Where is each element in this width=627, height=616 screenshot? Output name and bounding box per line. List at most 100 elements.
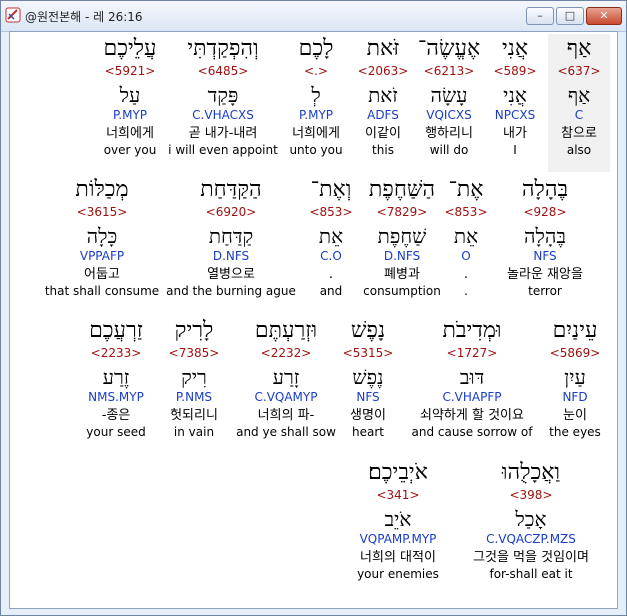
english-gloss: the eyes	[549, 425, 601, 439]
word-block[interactable]: בֶּהָלָה <928> בֶּהָלָה NFS 놀라운 재앙을 terr…	[490, 175, 600, 298]
morphology-code: D.NFS	[383, 249, 421, 263]
korean-gloss: 행하리니	[425, 126, 473, 141]
lexical-form: אֹיֵב	[384, 507, 412, 531]
english-gloss: and cause sorrow of	[411, 425, 533, 439]
english-gloss: .	[464, 284, 468, 298]
strong-number: <853>	[444, 205, 488, 219]
word-block[interactable]: אֶעֱשֶׂה־ <6213> עָשָׂה VQICXS 행하리니 will…	[413, 34, 485, 157]
korean-gloss: 곧 내가-내려	[188, 126, 258, 141]
english-gloss: and	[319, 284, 343, 298]
lexical-form: זֶרַע	[102, 365, 130, 389]
korean-gloss: 이같이	[365, 126, 401, 141]
english-gloss: your seed	[86, 425, 146, 439]
strong-number: <2233>	[90, 346, 142, 360]
word-block[interactable]: הַקַּדַּחַת <6920> קַדַּחַת D.NFS 열병으로 a…	[166, 175, 296, 298]
morphology-code: C.O	[320, 249, 342, 263]
english-gloss: terror	[528, 284, 562, 298]
word-block[interactable]: וְהִפְקַדְתִּי <6485> פָּקַד C.VHACXS 곧 …	[168, 34, 278, 157]
strong-number: <5869>	[549, 346, 601, 360]
korean-gloss: 생명이	[350, 408, 386, 423]
korean-gloss: 너희의 대적이	[360, 550, 436, 565]
hebrew-word: אֲנִי	[501, 36, 529, 61]
strong-number: <637>	[557, 64, 601, 78]
morphology-code: C.VHACXS	[192, 108, 254, 122]
morphology-code: VQICXS	[426, 108, 472, 122]
hebrew-word: הַשַּׁחֶפֶת	[368, 177, 436, 202]
strong-number: <589>	[493, 64, 537, 78]
english-gloss: in vain	[173, 425, 215, 439]
korean-gloss: 눈이	[563, 408, 587, 423]
app-window: @원전본해 - 레 26:16 – □ ✕ אַף <637> אַף C 참으…	[0, 0, 627, 616]
word-block[interactable]: וּזְרַעְתֶּם <2232> זָרַע C.VQAMYP 너희의 파…	[236, 316, 336, 439]
strong-number: <853>	[309, 205, 353, 219]
lexical-form: אֵת	[318, 224, 344, 248]
english-gloss: your enemies	[357, 567, 439, 581]
hebrew-word: לָרִיק	[174, 318, 214, 343]
hebrew-word: אַף	[566, 36, 592, 61]
korean-gloss: 참으로	[561, 126, 597, 141]
strong-number: <5315>	[342, 346, 394, 360]
lexical-form: עָשָׂה	[430, 83, 468, 107]
word-block[interactable]: זֹּאת <2063> זֹאת ADFS 이같이 this	[350, 34, 416, 157]
morphology-code: ADFS	[367, 108, 399, 122]
morphology-code: VQPAMP.MYP	[359, 532, 437, 546]
word-block[interactable]: אֶת־ <853> אֵת O . .	[442, 175, 490, 298]
interlinear-panel[interactable]: אַף <637> אַף C 참으로 also אֲנִי <589> אֲנ…	[9, 31, 618, 609]
strong-number: <2232>	[260, 346, 312, 360]
lexical-form: אָכַל	[515, 507, 547, 531]
word-block[interactable]: אֲנִי <589> אֲנִי NPCXS 내가 I	[484, 34, 546, 157]
korean-gloss: 그것을 먹을 것임이며	[473, 550, 589, 565]
hebrew-word: עֵינַיִם	[552, 318, 598, 343]
lexical-form: שַׁחֶפֶת	[377, 224, 427, 248]
minimize-icon: –	[537, 9, 543, 22]
morphology-code: NMS.MYP	[88, 390, 144, 404]
word-block[interactable]: וְאֶת־ <853> אֵת C.O . and	[300, 175, 362, 298]
maximize-icon: □	[564, 9, 576, 22]
maximize-button[interactable]: □	[556, 7, 584, 25]
hebrew-word: מְכַלּוֹת	[75, 177, 129, 202]
lexical-form: עַיִן	[564, 365, 586, 389]
hebrew-word: זַרְעֲכֶם	[89, 318, 143, 343]
korean-gloss: 어둡고	[84, 267, 120, 282]
lexical-form: אַף	[567, 83, 591, 107]
word-block[interactable]: וַאֲכָלֻהוּ <398> אָכַל C.VQACZP.MZS 그것을…	[456, 458, 606, 581]
word-block[interactable]: עֲלֵיכֶם <5921> עַל P.MYP 너희에게 over you	[90, 34, 170, 157]
title-bar[interactable]: @원전본해 - 레 26:16 – □ ✕	[1, 1, 626, 32]
word-block[interactable]: וּמְדִיבֹת <1727> דּוּב C.VHAPFP 쇠약하게 할 …	[402, 316, 542, 439]
hebrew-word: זֹּאת	[366, 36, 400, 61]
word-block[interactable]: מְכַלּוֹת <3615> כָּלָה VPPAFP 어둡고 that …	[42, 175, 162, 298]
english-gloss: and the burning ague	[166, 284, 296, 298]
english-gloss: consumption	[363, 284, 441, 298]
korean-gloss: 쇠약하게 할 것이요	[420, 408, 524, 423]
close-button[interactable]: ✕	[586, 7, 622, 25]
english-gloss: will do	[429, 143, 469, 157]
morphology-code: P.MYP	[298, 108, 334, 122]
morphology-code: P.MYP	[112, 108, 148, 122]
word-block[interactable]: זַרְעֲכֶם <2233> זֶרַע NMS.MYP -종은 your …	[76, 316, 156, 439]
word-block[interactable]: נָפֶשׁ <5315> נֶפֶשׁ NFS 생명이 heart	[336, 316, 400, 439]
word-block[interactable]: לָרִיק <7385> רִיק P.NMS 헛되리니 in vain	[158, 316, 230, 439]
lexical-form: פָּקַד	[207, 83, 239, 107]
word-block[interactable]: עֵינַיִם <5869> עַיִן NFD 눈이 the eyes	[540, 316, 610, 439]
word-block[interactable]: לָכֶם <.> לְ P.MYP 너희에게 unto you	[278, 34, 354, 157]
english-gloss: heart	[352, 425, 384, 439]
korean-gloss: 열병으로	[207, 267, 255, 282]
lexical-form: קַדַּחַת	[208, 224, 254, 248]
minimize-button[interactable]: –	[526, 7, 554, 25]
morphology-code: NPCXS	[494, 108, 536, 122]
hebrew-word: עֲלֵיכֶם	[103, 36, 157, 61]
word-block[interactable]: הַשַּׁחֶפֶת <7829> שַׁחֶפֶת D.NFS 폐병과 co…	[360, 175, 444, 298]
hebrew-word: וְהִפְקַדְתִּי	[187, 36, 259, 61]
hebrew-word: וְאֶת־	[310, 177, 352, 202]
english-gloss: that shall consume	[44, 284, 160, 298]
morphology-code: NFD	[562, 390, 588, 404]
word-block[interactable]: אַף <637> אַף C 참으로 also	[548, 34, 610, 172]
lexical-form: נֶפֶשׁ	[352, 365, 384, 389]
korean-gloss: -종은	[101, 408, 131, 423]
strong-number: <6213>	[423, 64, 475, 78]
strong-number: <5921>	[104, 64, 156, 78]
korean-gloss: 너희에게	[292, 126, 340, 141]
lexical-form: אֵת	[453, 224, 479, 248]
word-block[interactable]: אֹיְבֵיכֶם׃ <341> אֹיֵב VQPAMP.MYP 너희의 대…	[346, 458, 450, 581]
korean-gloss: .	[328, 267, 334, 282]
